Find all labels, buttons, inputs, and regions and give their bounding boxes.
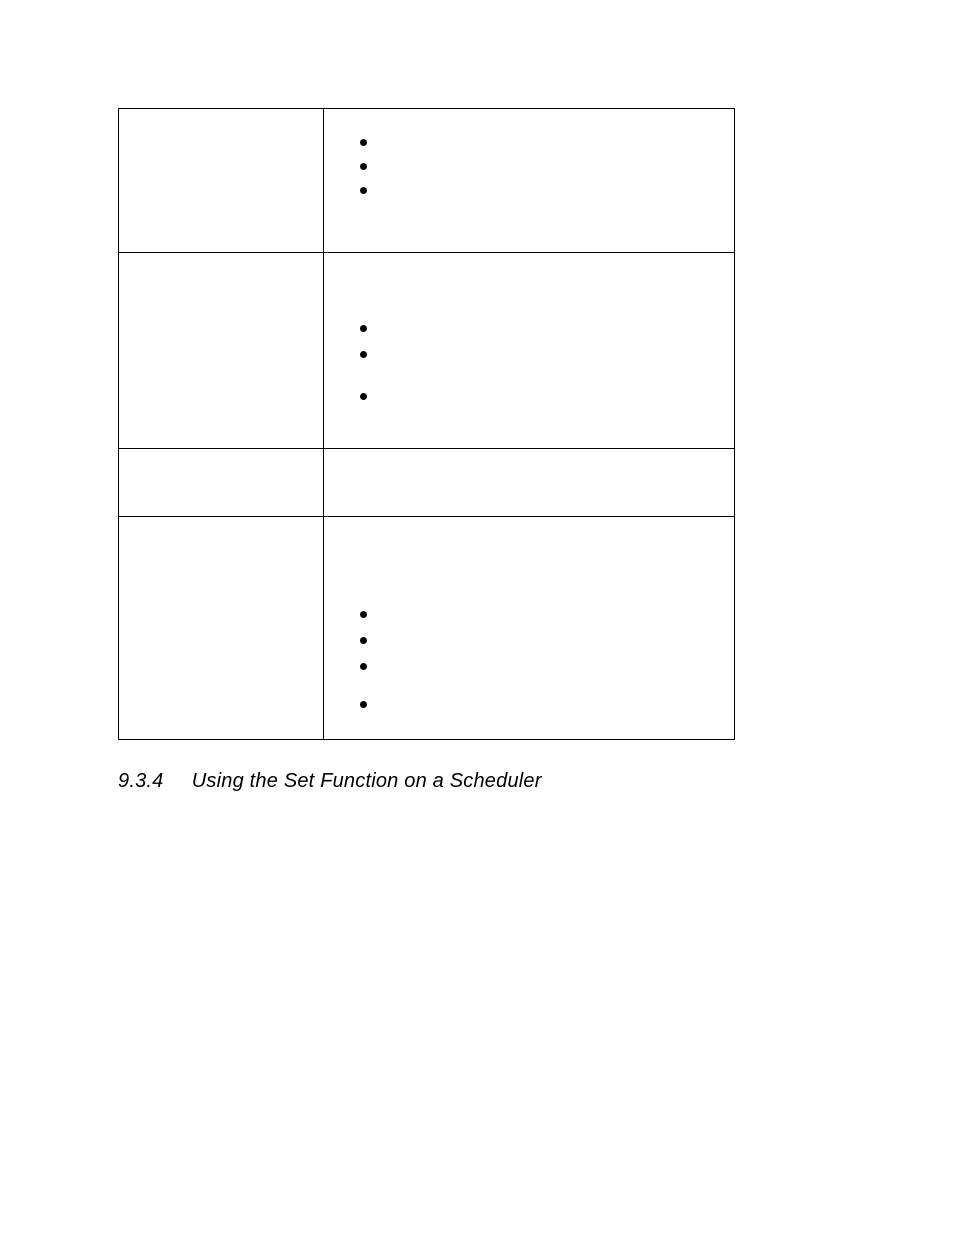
table-row	[119, 109, 735, 253]
table-cell-right	[324, 109, 735, 253]
table-cell-left	[119, 253, 324, 449]
list-item	[378, 161, 720, 169]
list-item	[378, 349, 720, 357]
table-row	[119, 253, 735, 449]
bullet-list	[338, 323, 720, 399]
table-cell-left	[119, 109, 324, 253]
table-cell-right	[324, 449, 735, 517]
list-item	[378, 185, 720, 193]
table-row	[119, 517, 735, 740]
table-cell-left	[119, 517, 324, 740]
table-row	[119, 449, 735, 517]
bullet-list	[338, 137, 720, 193]
list-item	[378, 609, 720, 617]
table-cell-right	[324, 517, 735, 740]
section-title: Using the Set Function on a Scheduler	[192, 770, 542, 792]
list-item	[378, 635, 720, 643]
table-cell-right	[324, 253, 735, 449]
parameters-table	[118, 108, 735, 740]
section-heading: 9.3.4 Using the Set Function on a Schedu…	[118, 770, 844, 793]
list-item	[378, 137, 720, 145]
list-item	[378, 661, 720, 669]
bullet-list	[338, 609, 720, 707]
list-item	[378, 391, 720, 399]
document-page: 9.3.4 Using the Set Function on a Schedu…	[0, 0, 954, 1235]
section-number: 9.3.4	[118, 770, 186, 793]
list-item	[378, 699, 720, 707]
list-item	[378, 323, 720, 331]
table-cell-left	[119, 449, 324, 517]
